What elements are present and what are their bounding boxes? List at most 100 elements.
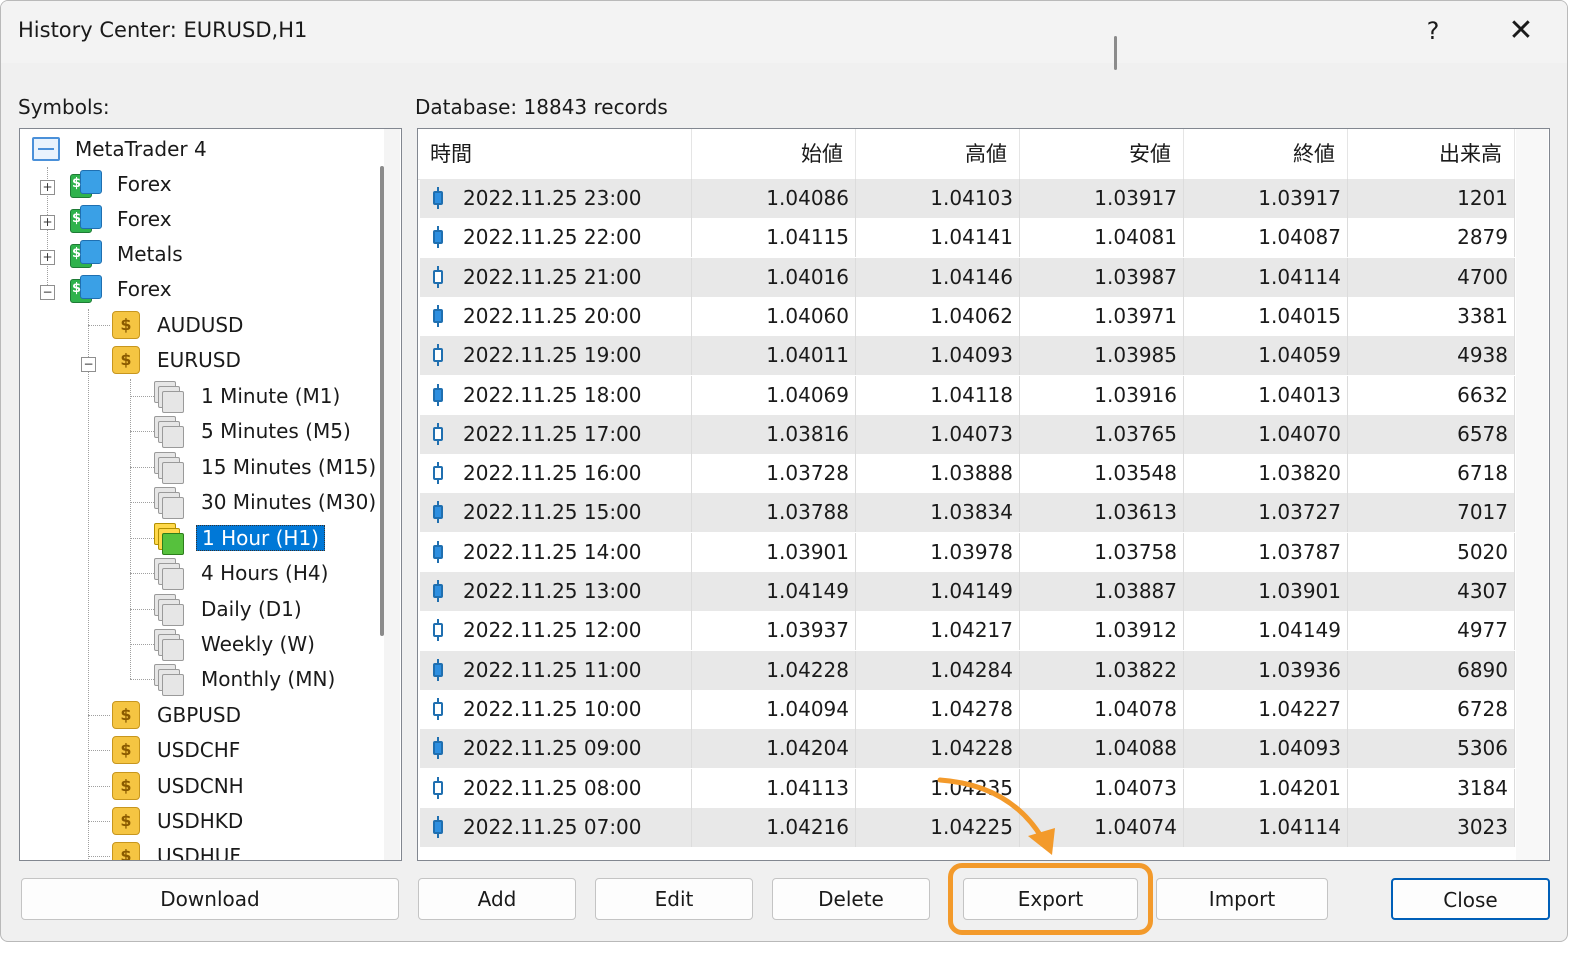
tree-group-forex[interactable]: $ Forex bbox=[70, 167, 177, 201]
cell-volume: 6890 bbox=[1348, 650, 1515, 690]
tree-line bbox=[88, 856, 110, 857]
column-header-high[interactable]: 高値 bbox=[856, 129, 1020, 179]
table-row[interactable]: 2022.11.25 10:00 1.04094 1.04278 1.04078 1.0… bbox=[420, 689, 1515, 730]
cell-text: 3381 bbox=[1457, 303, 1508, 328]
edit-button[interactable]: Edit bbox=[595, 878, 753, 920]
tree-timeframe-w1[interactable]: Weekly (W) bbox=[154, 627, 320, 661]
terminal-icon bbox=[32, 137, 60, 161]
cell-text: 1.04235 bbox=[930, 775, 1013, 800]
tree-timeframe-m1[interactable]: 1 Minute (M1) bbox=[154, 379, 345, 413]
collapse-icon[interactable]: − bbox=[40, 285, 55, 300]
tree-group-forex-expanded[interactable]: $ Forex bbox=[70, 272, 177, 306]
cell-open: 1.04060 bbox=[692, 296, 856, 336]
tree-root[interactable]: MetaTrader 4 bbox=[32, 132, 212, 166]
cell-text: 1.04016 bbox=[766, 264, 849, 289]
import-button[interactable]: Import bbox=[1156, 878, 1328, 920]
column-header-volume[interactable]: 出来高 bbox=[1348, 129, 1515, 179]
table-row[interactable]: 2022.11.25 22:00 1.04115 1.04141 1.04081 1.0… bbox=[420, 218, 1515, 259]
cell-low: 1.03822 bbox=[1020, 650, 1184, 690]
database-label: Database: 18843 records bbox=[415, 95, 668, 119]
column-header-open[interactable]: 始値 bbox=[692, 129, 856, 179]
table-row[interactable]: 2022.11.25 14:00 1.03901 1.03978 1.03758 1.0… bbox=[420, 532, 1515, 573]
cell-time: 2022.11.25 14:00 bbox=[420, 532, 692, 572]
column-header-low[interactable]: 安値 bbox=[1020, 129, 1184, 179]
cell-open: 1.04094 bbox=[692, 689, 856, 729]
cell-text: 1.04204 bbox=[766, 736, 849, 761]
tree-symbol-gbpusd[interactable]: $ GBPUSD bbox=[112, 698, 246, 732]
tree-symbol-usdhuf[interactable]: $ USDHUF bbox=[112, 839, 246, 860]
cell-text: 4307 bbox=[1457, 579, 1508, 603]
cell-text: 1.03834 bbox=[930, 500, 1013, 525]
table-row[interactable]: 2022.11.25 20:00 1.04060 1.04062 1.03971 1.0… bbox=[420, 296, 1515, 337]
table-row[interactable]: 2022.11.25 18:00 1.04069 1.04118 1.03916 1.0… bbox=[420, 375, 1515, 416]
cell-text: 1.03728 bbox=[766, 461, 849, 486]
table-row[interactable]: 2022.11.25 13:00 1.04149 1.04149 1.03887 1.0… bbox=[420, 572, 1515, 612]
tree-symbol-usdchf[interactable]: $ USDCHF bbox=[112, 733, 245, 767]
table-row[interactable]: 2022.11.25 11:00 1.04228 1.04284 1.03822 1.0… bbox=[420, 650, 1515, 691]
cell-text: 2022.11.25 20:00 bbox=[463, 303, 642, 328]
tree-scrollbar-thumb[interactable] bbox=[380, 166, 384, 636]
column-header-close[interactable]: 終値 bbox=[1184, 129, 1348, 179]
symbols-tree[interactable]: MetaTrader 4 + $ Forex + $ Forex + $ Met… bbox=[19, 128, 402, 861]
cell-close: 1.03727 bbox=[1184, 493, 1348, 533]
cell-text: 1.03901 bbox=[766, 539, 849, 564]
table-row[interactable]: 2022.11.25 17:00 1.03816 1.04073 1.03765 1.0… bbox=[420, 414, 1515, 455]
delete-button[interactable]: Delete bbox=[772, 878, 930, 920]
table-scrollbar[interactable] bbox=[1516, 129, 1548, 860]
cell-text: 2022.11.25 11:00 bbox=[463, 657, 642, 682]
cell-text: 1.03901 bbox=[1258, 579, 1341, 603]
history-table[interactable]: 時間 始値 高値 安値 終値 出来高 2022.11.25 23:00 1.040… bbox=[417, 128, 1550, 861]
expand-icon[interactable]: + bbox=[40, 215, 55, 230]
help-button[interactable]: ? bbox=[1411, 11, 1455, 51]
tree-symbol-audusd[interactable]: $ AUDUSD bbox=[112, 308, 248, 342]
cell-volume: 1201 bbox=[1348, 179, 1515, 218]
cell-close: 1.04093 bbox=[1184, 729, 1348, 769]
table-row[interactable]: 2022.11.25 07:00 1.04216 1.04225 1.04074 1.0… bbox=[420, 807, 1515, 848]
table-row[interactable]: 2022.11.25 15:00 1.03788 1.03834 1.03613 1.0… bbox=[420, 493, 1515, 534]
cell-high: 1.04235 bbox=[856, 768, 1020, 808]
tree-symbol-usdcnh[interactable]: $ USDCNH bbox=[112, 769, 249, 803]
tree-timeframe-m30[interactable]: 30 Minutes (M30) bbox=[154, 485, 381, 519]
close-button[interactable]: Close bbox=[1391, 878, 1550, 920]
table-scrollbar-thumb[interactable] bbox=[1114, 36, 1117, 70]
cell-high: 1.04073 bbox=[856, 414, 1020, 454]
cell-text: 2022.11.25 23:00 bbox=[463, 186, 642, 210]
database-icon bbox=[154, 452, 184, 484]
cell-text: 2022.11.25 12:00 bbox=[463, 618, 642, 643]
table-row[interactable]: 2022.11.25 19:00 1.04011 1.04093 1.03985 1.0… bbox=[420, 336, 1515, 377]
cell-high: 1.03888 bbox=[856, 454, 1020, 494]
tree-group-metals[interactable]: $ Metals bbox=[70, 237, 188, 271]
table-row[interactable]: 2022.11.25 16:00 1.03728 1.03888 1.03548 1.0… bbox=[420, 454, 1515, 495]
bearish-candle-icon bbox=[433, 580, 443, 602]
add-button[interactable]: Add bbox=[418, 878, 576, 920]
tree-timeframe-h4[interactable]: 4 Hours (H4) bbox=[154, 556, 333, 590]
cell-close: 1.03936 bbox=[1184, 650, 1348, 690]
tree-symbol-usdhkd[interactable]: $ USDHKD bbox=[112, 804, 248, 838]
column-header-time[interactable]: 時間 bbox=[418, 129, 692, 179]
tree-timeframe-m5[interactable]: 5 Minutes (M5) bbox=[154, 414, 356, 448]
tree-symbol-eurusd[interactable]: $ EURUSD bbox=[112, 343, 246, 377]
table-row[interactable]: 2022.11.25 09:00 1.04204 1.04228 1.04088 1.0… bbox=[420, 729, 1515, 770]
expand-icon[interactable]: + bbox=[40, 250, 55, 265]
tree-group-forex[interactable]: $ Forex bbox=[70, 202, 177, 236]
tree-line bbox=[130, 538, 154, 539]
expand-icon[interactable]: + bbox=[40, 180, 55, 195]
cell-volume: 6718 bbox=[1348, 454, 1515, 494]
table-row[interactable]: 2022.11.25 23:00 1.04086 1.04103 1.03917 1.0… bbox=[420, 179, 1515, 219]
download-button[interactable]: Download bbox=[21, 878, 399, 920]
tree-timeframe-h1-selected[interactable]: 1 Hour (H1) bbox=[154, 521, 325, 555]
tree-timeframe-mn[interactable]: Monthly (MN) bbox=[154, 662, 340, 696]
tree-timeframe-d1[interactable]: Daily (D1) bbox=[154, 592, 307, 626]
close-window-button[interactable]: ✕ bbox=[1497, 11, 1545, 51]
tree-scrollbar[interactable] bbox=[384, 129, 400, 860]
tree-timeframe-m15[interactable]: 15 Minutes (M15) bbox=[154, 450, 381, 484]
table-row[interactable]: 2022.11.25 12:00 1.03937 1.04217 1.03912 1.0… bbox=[420, 611, 1515, 652]
table-row[interactable]: 2022.11.25 21:00 1.04016 1.04146 1.03987 1.0… bbox=[420, 257, 1515, 298]
cell-text: 1.04081 bbox=[1094, 225, 1177, 250]
tree-line bbox=[130, 573, 154, 574]
table-row[interactable]: 2022.11.25 08:00 1.04113 1.04235 1.04073 1.0… bbox=[420, 768, 1515, 809]
cell-high: 1.04118 bbox=[856, 375, 1020, 415]
cell-open: 1.04115 bbox=[692, 218, 856, 258]
collapse-icon[interactable]: − bbox=[81, 357, 96, 372]
cell-text: 1.03765 bbox=[1094, 421, 1177, 446]
